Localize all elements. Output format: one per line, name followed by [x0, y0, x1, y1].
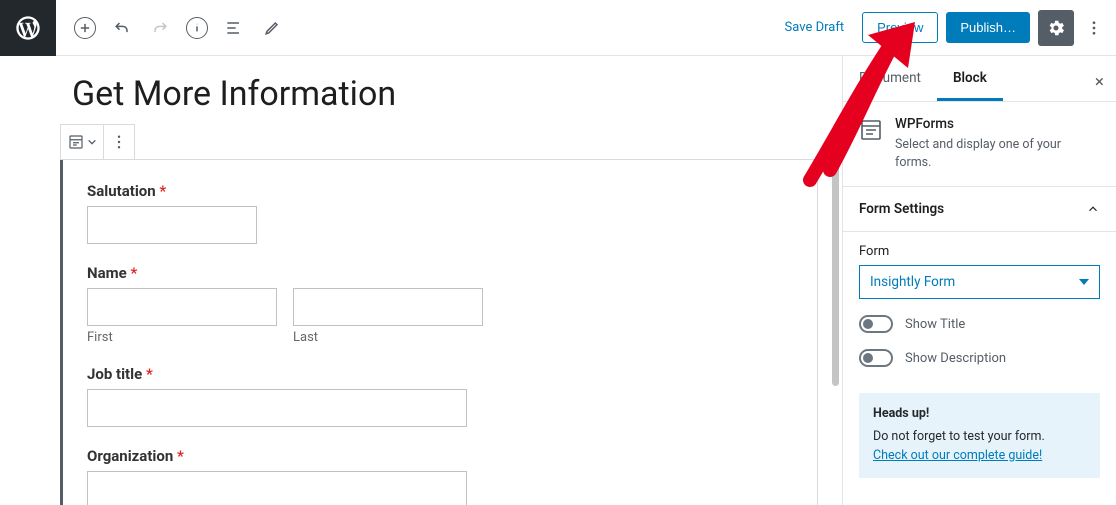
notice-text: Do not forget to test your form.: [873, 428, 1086, 447]
block-name: WPForms: [895, 116, 1100, 132]
block-type-icon[interactable]: [61, 125, 104, 159]
page-title[interactable]: Get More Information: [72, 74, 818, 114]
editor-scrollbar[interactable]: [832, 126, 839, 386]
form-select[interactable]: Insightly Form: [859, 265, 1100, 299]
jobtitle-input[interactable]: [87, 389, 467, 427]
salutation-input[interactable]: [87, 206, 257, 244]
tab-block[interactable]: Block: [937, 56, 1003, 101]
undo-icon[interactable]: [110, 16, 134, 40]
first-sublabel: First: [87, 330, 277, 345]
notice-box: Heads up! Do not forget to test your for…: [859, 393, 1100, 477]
publish-button[interactable]: Publish…: [946, 12, 1030, 43]
info-icon[interactable]: [186, 17, 208, 39]
settings-button[interactable]: [1038, 10, 1074, 46]
show-description-toggle[interactable]: [859, 349, 893, 367]
notice-heading: Heads up!: [873, 405, 1086, 424]
wordpress-logo[interactable]: [0, 0, 56, 56]
jobtitle-label: Job title *: [87, 365, 793, 383]
last-name-input[interactable]: [293, 288, 483, 326]
outline-icon[interactable]: [222, 16, 246, 40]
save-draft-button[interactable]: Save Draft: [775, 14, 855, 41]
add-block-icon[interactable]: [74, 17, 96, 39]
form-select-label: Form: [859, 244, 1100, 259]
organization-label: Organization *: [87, 447, 793, 465]
chevron-up-icon: [1086, 202, 1100, 216]
tab-document[interactable]: Document: [843, 56, 937, 101]
form-settings-header[interactable]: Form Settings: [843, 187, 1116, 232]
show-title-toggle[interactable]: [859, 315, 893, 333]
show-title-label: Show Title: [905, 317, 965, 332]
salutation-label: Salutation *: [87, 182, 793, 200]
name-label: Name *: [87, 264, 793, 282]
redo-icon: [148, 16, 172, 40]
last-sublabel: Last: [293, 330, 483, 345]
show-description-label: Show Description: [905, 351, 1006, 366]
close-sidebar-icon[interactable]: ×: [1091, 68, 1108, 96]
form-block[interactable]: Salutation * Name * First Last Job: [60, 159, 818, 505]
block-toolbar: [60, 124, 135, 160]
block-options-icon[interactable]: [104, 125, 134, 159]
preview-button[interactable]: Preview: [862, 12, 938, 43]
block-description: Select and display one of your forms.: [895, 136, 1100, 172]
more-options-icon[interactable]: [1082, 10, 1106, 46]
wpforms-icon: [859, 118, 883, 142]
edit-icon[interactable]: [260, 16, 284, 40]
organization-input[interactable]: [87, 471, 467, 505]
notice-link[interactable]: Check out our complete guide!: [873, 448, 1042, 463]
first-name-input[interactable]: [87, 288, 277, 326]
